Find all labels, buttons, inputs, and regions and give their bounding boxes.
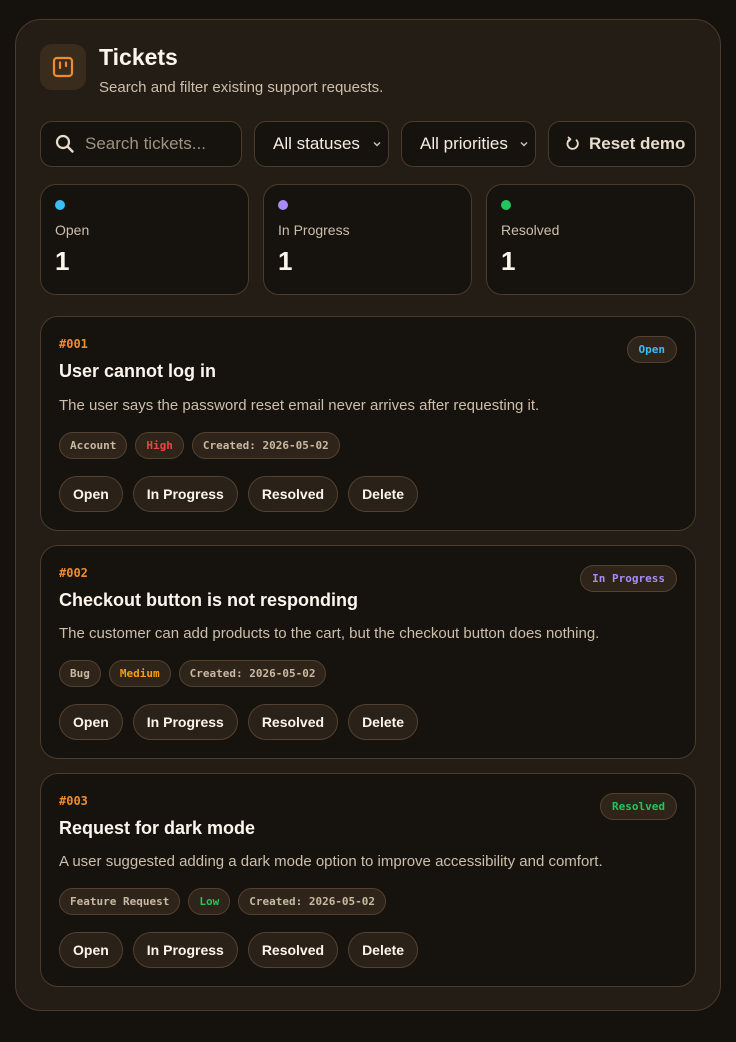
reset-demo-label: Reset demo xyxy=(589,134,686,153)
set-resolved-button[interactable]: Resolved xyxy=(247,704,339,740)
priority-tag: Medium xyxy=(108,660,171,687)
search-icon xyxy=(55,134,74,153)
tickets-panel: Tickets Search and filter existing suppo… xyxy=(15,19,721,1011)
kanban-board-icon xyxy=(40,44,86,90)
stat-label: In Progress xyxy=(278,222,350,238)
set-resolved-button[interactable]: Resolved xyxy=(247,932,339,968)
status-badge: Open xyxy=(626,336,677,363)
ticket-title: User cannot log in xyxy=(59,361,217,381)
priority-filter-select[interactable]: All priorities xyxy=(401,121,536,167)
set-resolved-button[interactable]: Resolved xyxy=(247,476,339,512)
chevron-down-icon xyxy=(520,141,528,147)
reset-demo-button[interactable]: Reset demo xyxy=(548,121,696,167)
stat-card-resolved: Resolved 1 xyxy=(486,184,695,295)
ticket-id: #003 xyxy=(59,794,88,808)
search-placeholder: Search tickets... xyxy=(85,134,206,153)
ticket-description: The user says the password reset email n… xyxy=(59,397,540,414)
delete-button[interactable]: Delete xyxy=(348,932,419,968)
search-input[interactable]: Search tickets... xyxy=(40,121,242,167)
status-badge: In Progress xyxy=(580,565,677,592)
status-badge: Resolved xyxy=(600,793,677,820)
set-in-progress-button[interactable]: In Progress xyxy=(132,932,238,968)
page-title: Tickets xyxy=(99,44,178,70)
stat-card-in-progress: In Progress 1 xyxy=(263,184,472,295)
status-dot xyxy=(55,200,65,210)
created-date-tag: Created: 2026-05-02 xyxy=(178,660,327,687)
refresh-icon xyxy=(566,136,579,150)
status-dot xyxy=(278,200,288,210)
page-subtitle: Search and filter existing support reque… xyxy=(99,79,384,96)
delete-button[interactable]: Delete xyxy=(348,476,419,512)
created-date-tag: Created: 2026-05-02 xyxy=(191,432,340,459)
set-open-button[interactable]: Open xyxy=(59,476,123,512)
ticket-description: The customer can add products to the car… xyxy=(59,625,600,642)
priority-tag: Low xyxy=(188,888,231,915)
ticket-description: A user suggested adding a dark mode opti… xyxy=(59,853,603,870)
stat-count: 1 xyxy=(278,246,293,276)
ticket-id: #002 xyxy=(59,566,88,580)
stat-card-open: Open 1 xyxy=(40,184,249,295)
category-tag: Bug xyxy=(59,660,101,687)
ticket-card: #002 In Progress Checkout button is not … xyxy=(40,545,696,759)
ticket-actions: Open In Progress Resolved Delete xyxy=(59,476,419,512)
stat-count: 1 xyxy=(55,246,70,276)
ticket-title: Checkout button is not responding xyxy=(59,590,358,610)
set-open-button[interactable]: Open xyxy=(59,932,123,968)
ticket-card: #001 Open User cannot log in The user sa… xyxy=(40,316,696,531)
status-dot xyxy=(501,200,511,210)
set-in-progress-button[interactable]: In Progress xyxy=(132,704,238,740)
ticket-tags: Bug Medium Created: 2026-05-02 xyxy=(59,660,327,687)
set-in-progress-button[interactable]: In Progress xyxy=(132,476,238,512)
set-open-button[interactable]: Open xyxy=(59,704,123,740)
ticket-tags: Account High Created: 2026-05-02 xyxy=(59,432,340,459)
ticket-card: #003 Resolved Request for dark mode A us… xyxy=(40,773,696,987)
stat-label: Resolved xyxy=(501,222,560,238)
stat-label: Open xyxy=(55,222,90,238)
status-filter-value: All statuses xyxy=(273,134,360,153)
category-tag: Feature Request xyxy=(59,888,181,915)
created-date-tag: Created: 2026-05-02 xyxy=(238,888,387,915)
ticket-actions: Open In Progress Resolved Delete xyxy=(59,704,419,740)
stat-count: 1 xyxy=(501,246,516,276)
priority-tag: High xyxy=(135,432,184,459)
priority-filter-value: All priorities xyxy=(420,134,508,153)
chevron-down-icon xyxy=(373,141,381,147)
delete-button[interactable]: Delete xyxy=(348,704,419,740)
ticket-id: #001 xyxy=(59,337,88,351)
category-tag: Account xyxy=(59,432,128,459)
ticket-tags: Feature Request Low Created: 2026-05-02 xyxy=(59,888,387,915)
ticket-title: Request for dark mode xyxy=(59,818,256,838)
filter-toolbar: Search tickets... All statuses All prior… xyxy=(40,121,696,167)
status-filter-select[interactable]: All statuses xyxy=(254,121,389,167)
ticket-actions: Open In Progress Resolved Delete xyxy=(59,932,419,968)
